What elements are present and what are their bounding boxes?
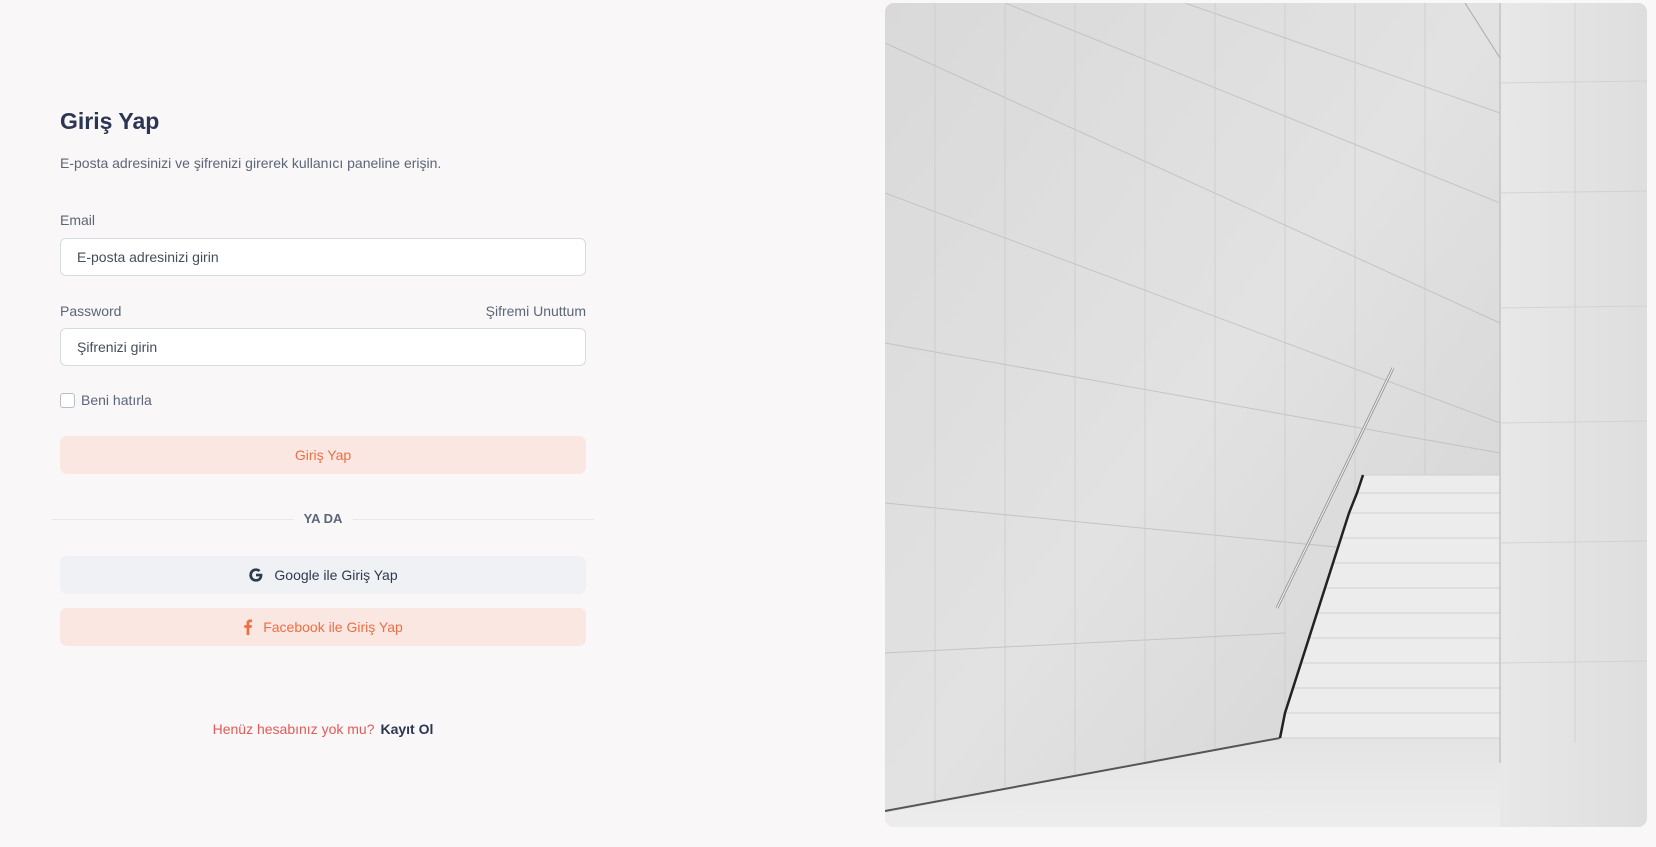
staircase-photo bbox=[885, 3, 1647, 827]
facebook-login-label: Facebook ile Giriş Yap bbox=[263, 619, 403, 635]
login-button-label: Giriş Yap bbox=[294, 447, 352, 463]
or-divider: YA DA bbox=[52, 511, 594, 527]
login-page: Giriş Yap E-posta adresinizi ve şifreniz… bbox=[0, 0, 1656, 847]
google-login-label: Google ile Giriş Yap bbox=[274, 567, 398, 583]
hero-image bbox=[885, 3, 1647, 827]
signup-link[interactable]: Kayıt Ol bbox=[380, 721, 433, 737]
google-login-button[interactable]: Google ile Giriş Yap bbox=[60, 556, 586, 594]
email-field[interactable] bbox=[60, 238, 586, 276]
forgot-password-link[interactable]: Şifremi Unuttum bbox=[486, 303, 586, 319]
page-title: Giriş Yap bbox=[60, 108, 160, 134]
remember-me[interactable]: Beni hatırla bbox=[60, 392, 152, 408]
login-button[interactable]: Giriş Yap bbox=[60, 436, 586, 474]
signup-question: Henüz hesabınız yok mu? bbox=[212, 721, 375, 737]
password-field[interactable] bbox=[60, 328, 586, 366]
password-label: Password bbox=[60, 303, 122, 319]
divider-text: YA DA bbox=[293, 511, 353, 526]
remember-label: Beni hatırla bbox=[81, 392, 152, 408]
email-label: Email bbox=[60, 212, 96, 228]
google-icon bbox=[248, 567, 264, 583]
facebook-icon bbox=[243, 619, 253, 635]
page-subtitle: E-posta adresinizi ve şifrenizi girerek … bbox=[60, 155, 442, 171]
remember-checkbox[interactable] bbox=[60, 392, 75, 408]
facebook-login-button[interactable]: Facebook ile Giriş Yap bbox=[60, 608, 586, 646]
signup-prompt: Henüz hesabınız yok mu? Kayıt Ol bbox=[60, 721, 586, 737]
